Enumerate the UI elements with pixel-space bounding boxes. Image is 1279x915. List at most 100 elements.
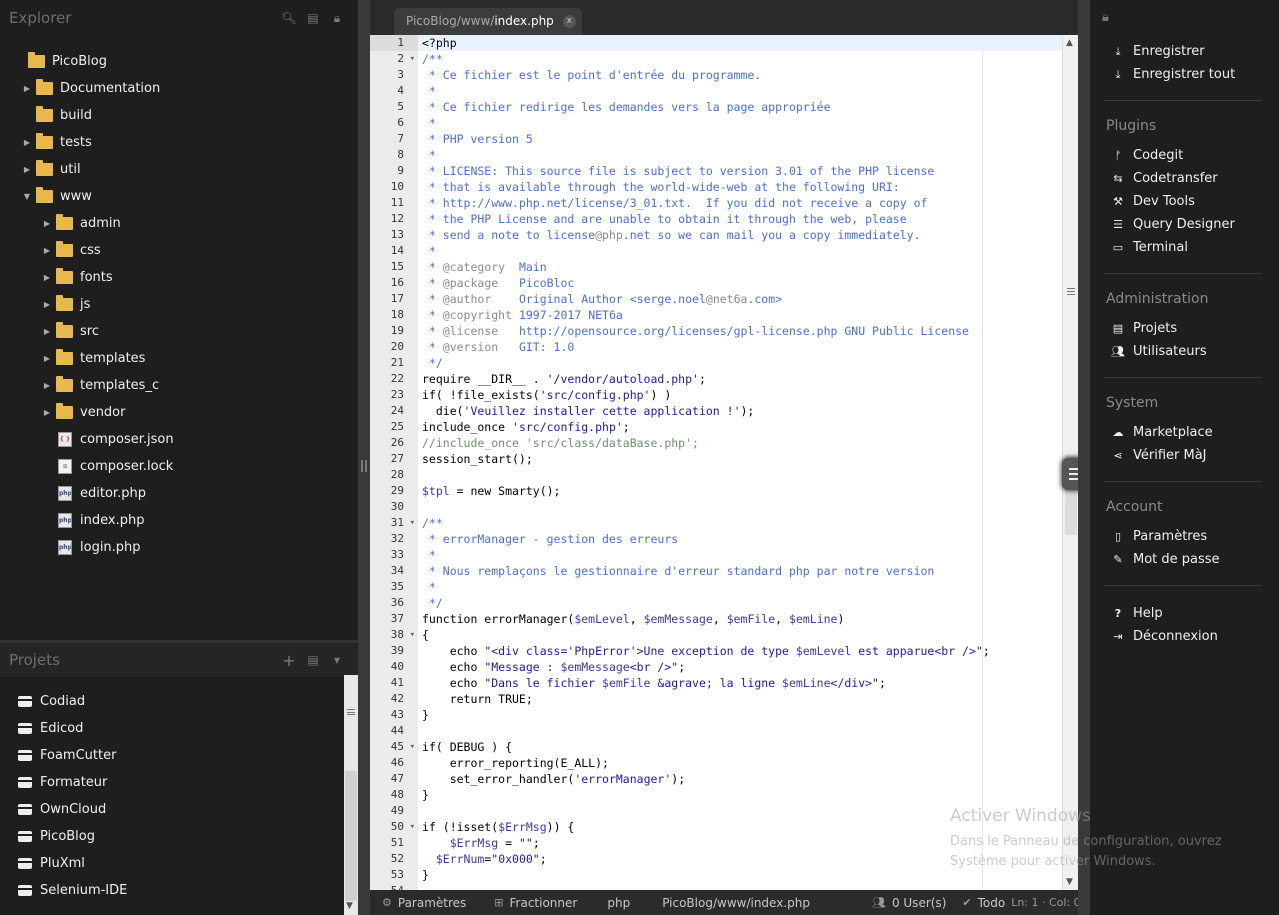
lock-icon[interactable]: 🔒︎	[325, 11, 349, 26]
plugin-codegit[interactable]: ᚠ Codegit	[1110, 148, 1184, 163]
collapsed-arrow-icon[interactable]: ▶	[22, 84, 32, 93]
code-line[interactable]: *	[422, 147, 1062, 163]
code-line[interactable]: /**	[422, 515, 1062, 531]
add-icon[interactable]: +	[277, 651, 301, 670]
project-item[interactable]: Formateur	[0, 769, 344, 796]
todo-button[interactable]: ✔ Todo	[962, 896, 1005, 910]
tree-folder[interactable]: ▶ src	[0, 318, 358, 345]
code-line[interactable]: * the PHP License and are unable to obta…	[422, 211, 1062, 227]
archive-icon[interactable]: ▤	[301, 653, 325, 667]
code-line[interactable]	[422, 883, 1062, 890]
collapsed-arrow-icon[interactable]: ▶	[42, 246, 52, 255]
tree-folder[interactable]: ▶ util	[0, 156, 358, 183]
code-line[interactable]: if (!isset($ErrMsg)) {	[422, 819, 1062, 835]
collapsed-arrow-icon[interactable]: ▶	[22, 165, 32, 174]
code-line[interactable]: * that is available through the world-wi…	[422, 179, 1062, 195]
code-line[interactable]: echo "Dans le fichier $emFile &agrave; l…	[422, 675, 1062, 691]
code-line[interactable]: function errorManager($emLevel, $emMessa…	[422, 611, 1062, 627]
project-item[interactable]: Edicod	[0, 715, 344, 742]
scroll-down-icon[interactable]: ▼	[346, 901, 353, 911]
code-line[interactable]	[422, 803, 1062, 819]
projects-scrollbar[interactable]: ▼	[344, 675, 358, 915]
project-item[interactable]: PluXml	[0, 850, 344, 877]
code-line[interactable]: * @package PicoBloc	[422, 275, 1062, 291]
code-line[interactable]: echo "Message : $emMessage<br />";	[422, 659, 1062, 675]
code-line[interactable]: {	[422, 627, 1062, 643]
code-line[interactable]: * Nous remplaçons le gestionnaire d'erre…	[422, 563, 1062, 579]
code-line[interactable]	[422, 723, 1062, 739]
settings-button[interactable]: ⚙ Paramètres	[382, 896, 466, 910]
code-line[interactable]: *	[422, 547, 1062, 563]
admin-users[interactable]: 👥︎ Utilisateurs	[1110, 344, 1207, 359]
tree-file[interactable]: php index.php	[0, 507, 358, 534]
collapsed-arrow-icon[interactable]: ▶	[42, 381, 52, 390]
code-line[interactable]: include_once 'src/config.php';	[422, 419, 1062, 435]
tree-folder[interactable]: ▶ templates_c	[0, 372, 358, 399]
code-line[interactable]: *	[422, 243, 1062, 259]
scroll-down-icon[interactable]: ▼	[1066, 877, 1073, 887]
search-icon[interactable]: 🔍︎	[277, 11, 301, 25]
code-line[interactable]: require __DIR__ . '/vendor/autoload.php'…	[422, 371, 1062, 387]
code-line[interactable]: $ErrMsg = "";	[422, 835, 1062, 851]
admin-projects[interactable]: ▤ Projets	[1110, 321, 1177, 336]
code-line[interactable]: //include_once 'src/class/dataBase.php';	[422, 435, 1062, 451]
code-line[interactable]: error_reporting(E_ALL);	[422, 755, 1062, 771]
collapsed-arrow-icon[interactable]: ▶	[42, 354, 52, 363]
logout-button[interactable]: ⇥ Déconnexion	[1110, 629, 1217, 644]
code-line[interactable]: <?php	[418, 35, 1062, 51]
plugin-query-designer[interactable]: ☰ Query Designer	[1110, 217, 1235, 232]
plugin-dev-tools[interactable]: ⚒ Dev Tools	[1110, 194, 1195, 209]
code-line[interactable]: set_error_handler('errorManager');	[422, 771, 1062, 787]
tree-file[interactable]: ≡ composer.lock	[0, 453, 358, 480]
code-line[interactable]: $tpl = new Smarty();	[422, 483, 1062, 499]
code-line[interactable]: if( !file_exists('src/config.php') )	[422, 387, 1062, 403]
tree-file[interactable]: php login.php	[0, 534, 358, 561]
code-line[interactable]: die('Veuillez installer cette applicatio…	[422, 403, 1062, 419]
tree-folder[interactable]: PicoBlog	[0, 48, 358, 75]
code-line[interactable]: $ErrNum="0x000";	[422, 851, 1062, 867]
account-password[interactable]: ✎ Mot de passe	[1110, 552, 1219, 567]
code-line[interactable]: * Ce fichier est le point d'entrée du pr…	[422, 67, 1062, 83]
collapsed-arrow-icon[interactable]: ▶	[42, 300, 52, 309]
tree-folder[interactable]: ▶ js	[0, 291, 358, 318]
tree-folder[interactable]: ▶ tests	[0, 129, 358, 156]
tree-folder[interactable]: ▶ Documentation	[0, 75, 358, 102]
tab-index-php[interactable]: PicoBlog/www/index.php x	[394, 8, 582, 35]
tree-folder[interactable]: ▶ css	[0, 237, 358, 264]
archive-icon[interactable]: ▤	[301, 11, 325, 25]
tree-folder[interactable]: build	[0, 102, 358, 129]
code-line[interactable]: }	[422, 867, 1062, 883]
help-button[interactable]: ? Help	[1110, 606, 1163, 621]
plugin-terminal[interactable]: ▭ Terminal	[1110, 240, 1188, 255]
scroll-up-icon[interactable]: ▲	[1066, 38, 1073, 48]
code-line[interactable]: *	[422, 83, 1062, 99]
save-all-button[interactable]: ⤓ Enregistrer tout	[1110, 67, 1236, 82]
code-line[interactable]: * http://www.php.net/license/3_01.txt. I…	[422, 195, 1062, 211]
left-divider[interactable]	[358, 0, 370, 915]
tree-folder[interactable]: ▼ www	[0, 183, 358, 210]
collapsed-arrow-icon[interactable]: ▶	[22, 138, 32, 147]
close-icon[interactable]: x	[562, 15, 576, 28]
lock-icon[interactable]: 🔒︎	[1102, 10, 1109, 25]
tree-folder[interactable]: ▶ fonts	[0, 264, 358, 291]
code-line[interactable]: }	[422, 787, 1062, 803]
collapsed-arrow-icon[interactable]: ▶	[42, 273, 52, 282]
code-line[interactable]: /**	[422, 51, 1062, 67]
mode-button[interactable]: php	[607, 896, 630, 910]
account-settings[interactable]: ▯ Paramètres	[1110, 529, 1207, 544]
split-button[interactable]: ⊞ Fractionner	[494, 896, 577, 910]
code-line[interactable]	[422, 467, 1062, 483]
tree-folder[interactable]: ▶ templates	[0, 345, 358, 372]
code-line[interactable]: }	[422, 707, 1062, 723]
system-marketplace[interactable]: ☁ Marketplace	[1110, 425, 1213, 440]
tree-folder[interactable]: ▶ admin	[0, 210, 358, 237]
expanded-arrow-icon[interactable]: ▼	[22, 192, 32, 201]
chevron-down-icon[interactable]: ▾	[325, 653, 349, 667]
code-line[interactable]: * send a note to license@php.net so we c…	[422, 227, 1062, 243]
code-line[interactable]	[422, 499, 1062, 515]
plugin-codetransfer[interactable]: ⇆ Codetransfer	[1110, 171, 1217, 186]
code-line[interactable]: *	[422, 579, 1062, 595]
collapsed-arrow-icon[interactable]: ▶	[42, 219, 52, 228]
code-line[interactable]: * errorManager - gestion des erreurs	[422, 531, 1062, 547]
code-line[interactable]: * @copyright 1997-2017 NET6a	[422, 307, 1062, 323]
